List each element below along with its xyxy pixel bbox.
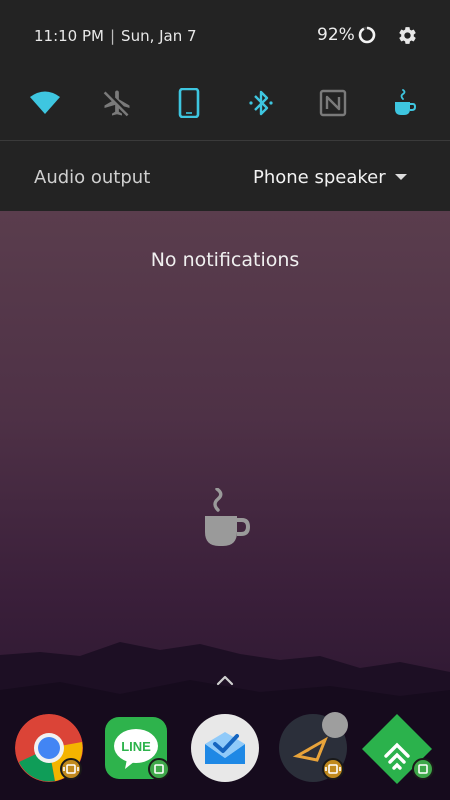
caffeine-toggle[interactable] [389, 87, 421, 119]
notification-dot-icon [322, 712, 348, 738]
nfc-toggle[interactable] [317, 87, 349, 119]
status-bar: 11:10 PM | Sun, Jan 7 92% [0, 0, 450, 72]
badge-icon [412, 758, 434, 780]
battery-ring-icon [358, 26, 376, 44]
battery-percent: 92% [317, 25, 355, 45]
work-badge-icon [322, 758, 344, 780]
settings-gear-icon[interactable] [397, 25, 418, 46]
time-date: 11:10 PM | Sun, Jan 7 [34, 27, 197, 45]
audio-output-label: Audio output [34, 167, 151, 188]
badge-icon [148, 758, 170, 780]
airplane-mode-toggle[interactable] [101, 87, 133, 119]
coffee-cup-icon [205, 488, 251, 546]
wifi-icon [30, 91, 60, 114]
mobile-data-icon [178, 88, 200, 118]
bluetooth-icon [249, 90, 273, 116]
clock: 11:10 PM [34, 27, 104, 45]
airplane-mode-icon [103, 90, 130, 117]
mobile-data-toggle[interactable] [173, 87, 205, 119]
inbox-app-icon[interactable] [191, 714, 259, 782]
dropdown-arrow-icon[interactable] [395, 174, 407, 180]
app-dock: LINE [0, 706, 450, 800]
chevron-up-icon[interactable] [215, 673, 235, 687]
line-app-label: LINE [121, 739, 151, 754]
audio-output-value[interactable]: Phone speaker [253, 167, 386, 188]
caffeine-icon [395, 89, 417, 115]
no-notifications-text: No notifications [150, 249, 300, 271]
work-badge-icon [60, 758, 82, 780]
bluetooth-toggle[interactable] [245, 87, 277, 119]
audio-output-row[interactable]: Audio output Phone speaker [0, 141, 450, 211]
date: Sun, Jan 7 [121, 27, 197, 45]
wifi-toggle[interactable] [29, 87, 61, 119]
quick-settings [0, 72, 450, 140]
separator: | [109, 27, 116, 45]
nfc-icon [319, 89, 347, 117]
